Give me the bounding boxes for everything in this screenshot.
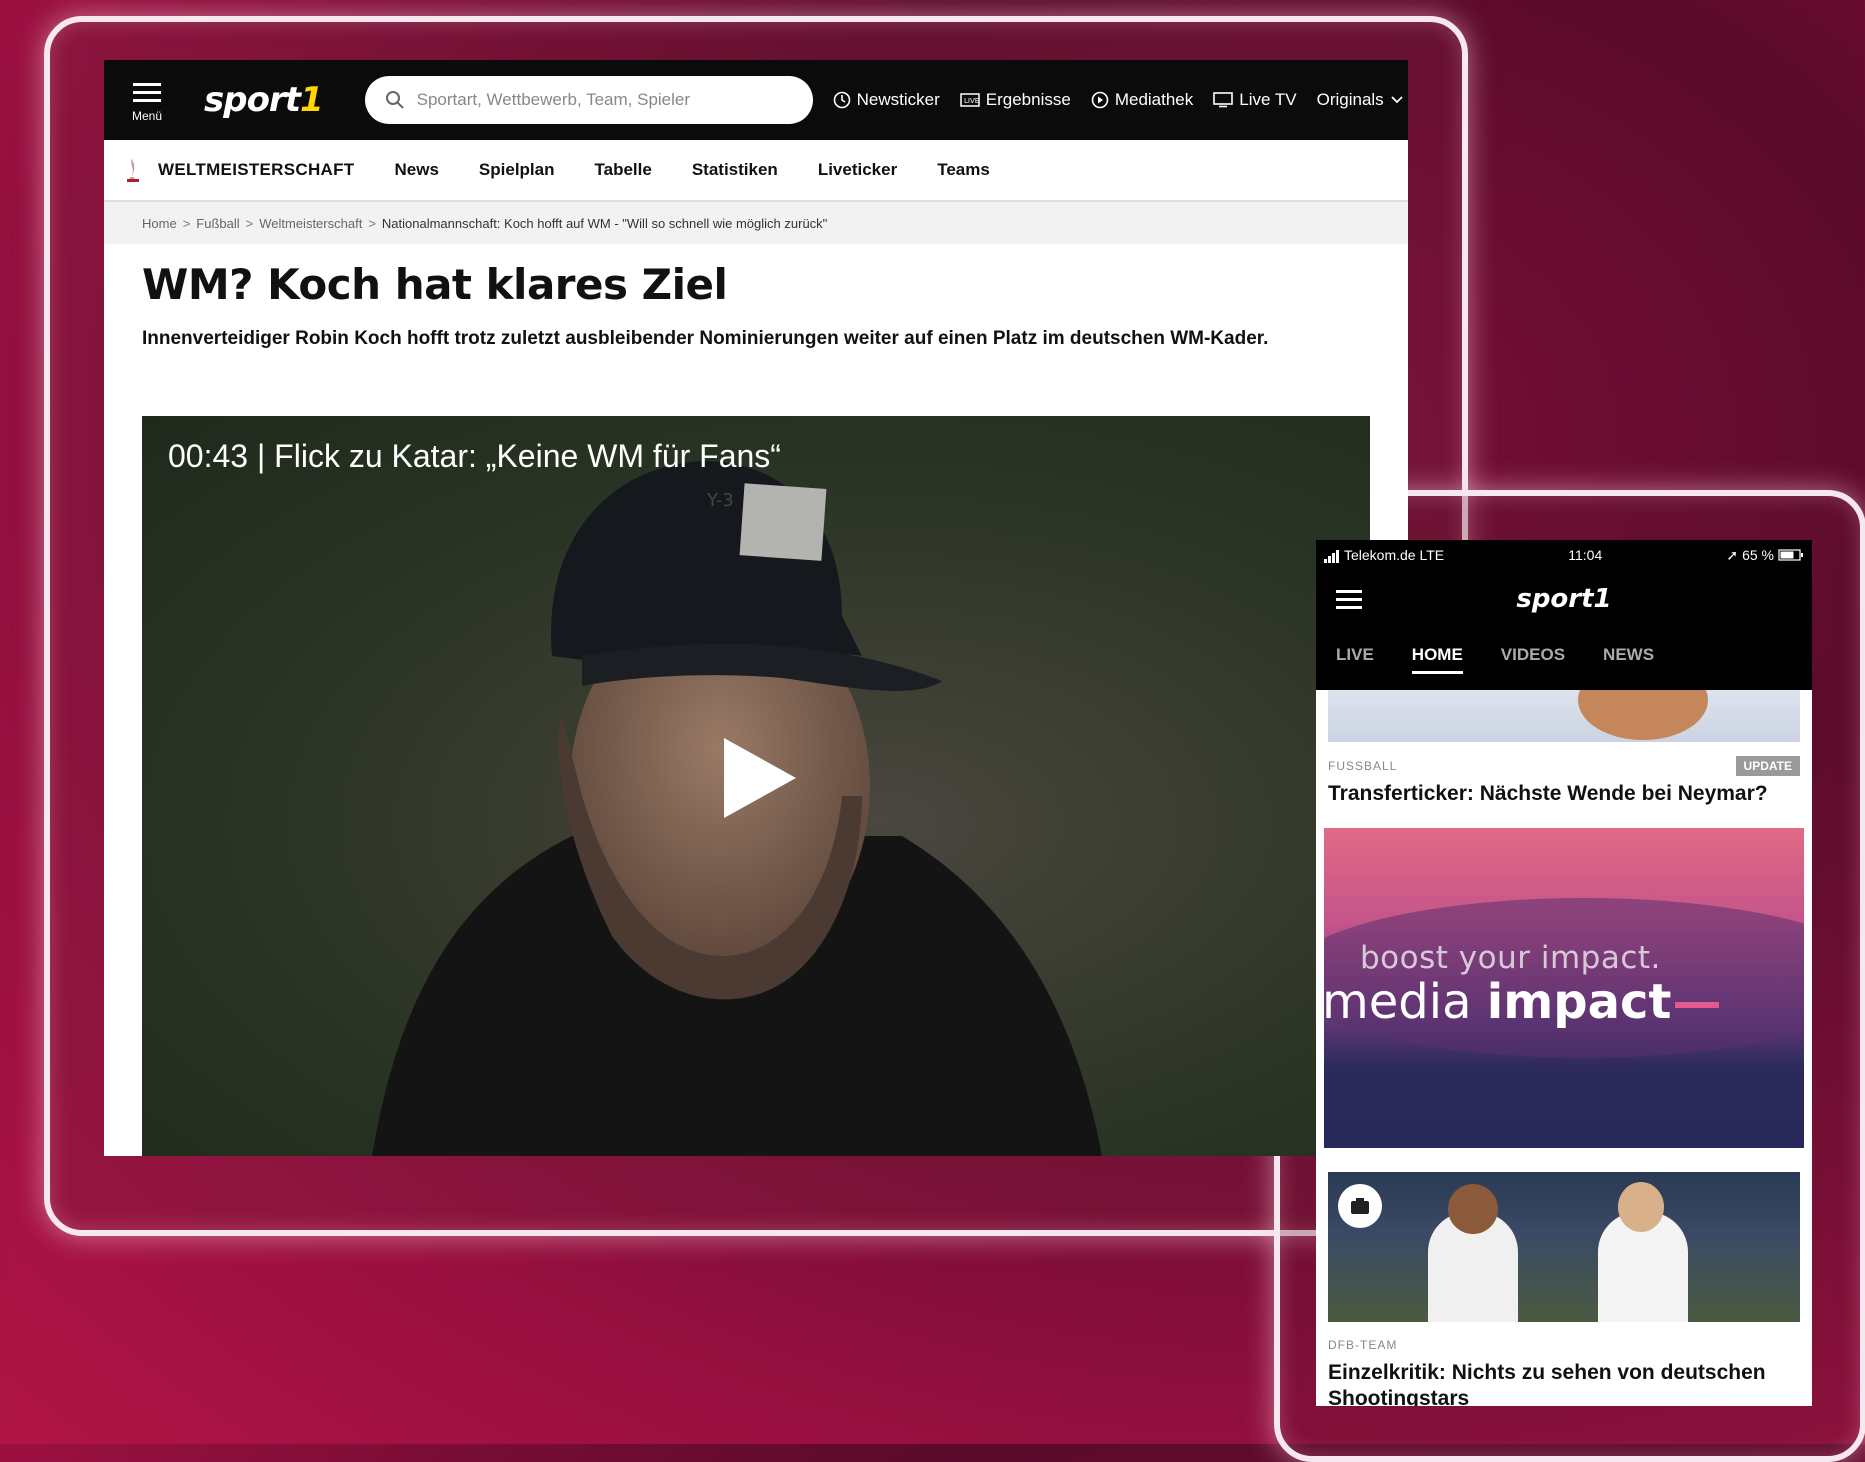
menu-button[interactable]: Menü — [112, 78, 182, 123]
battery-percent: 65 % — [1742, 547, 1774, 563]
article-teaser: Innenverteidiger Robin Koch hofft trotz … — [142, 328, 1269, 349]
gallery-icon — [1338, 1184, 1382, 1228]
nav-item-news[interactable]: News — [395, 160, 439, 180]
tab-videos[interactable]: VIDEOS — [1501, 645, 1565, 674]
battery-icon — [1778, 549, 1803, 561]
nav-item-tabelle[interactable]: Tabelle — [595, 160, 652, 180]
nav-item-spielplan[interactable]: Spielplan — [479, 160, 555, 180]
svg-text:LIVE: LIVE — [964, 97, 979, 105]
menu-label: Menü — [131, 108, 163, 123]
video-title: 00:43 | Flick zu Katar: „Keine WM für Fa… — [168, 438, 781, 474]
article-headline[interactable]: Transferticker: Nächste Wende bei Neymar… — [1328, 782, 1800, 806]
article-category: FUSSBALL — [1328, 759, 1398, 773]
breadcrumb: Home > Fußball > Weltmeisterschaft > Nation… — [104, 202, 1408, 244]
article-image[interactable] — [1328, 1172, 1800, 1322]
nav-item-liveticker[interactable]: Liveticker — [818, 160, 897, 180]
search-input[interactable] — [414, 89, 779, 111]
clock-icon — [833, 91, 850, 109]
cap-logo: Y-3 — [707, 490, 734, 511]
status-bar: Telekom.de LTE 11:04 ➚ 65 % — [1316, 540, 1812, 570]
live-tv-link[interactable]: Live TV — [1213, 90, 1297, 110]
nav-item-statistiken[interactable]: Statistiken — [692, 160, 778, 180]
play-circle-icon — [1091, 91, 1109, 109]
signal-icon — [1324, 547, 1340, 563]
breadcrumb-current: Nationalmannschaft: Koch hofft auf WM - … — [381, 215, 828, 231]
article-category: DFB-TEAM — [1328, 1338, 1398, 1352]
sport1-logo[interactable]: sport1 — [1316, 584, 1812, 614]
breadcrumb-fussball[interactable]: Fußball — [196, 216, 239, 231]
status-time: 11:04 — [1568, 547, 1603, 563]
ergebnisse-link[interactable]: LIVE Ergebnisse — [960, 90, 1071, 110]
article-image[interactable] — [1328, 690, 1800, 742]
mobile-header: sport1 — [1316, 570, 1812, 628]
play-icon[interactable] — [724, 738, 796, 818]
article-meta: FUSSBALL UPDATE — [1328, 756, 1800, 776]
breadcrumb-weltmeisterschaft[interactable]: Weltmeisterschaft — [259, 216, 362, 231]
top-links: Newsticker LIVE Ergebnisse Mediathek Liv… — [833, 90, 1404, 110]
carrier: Telekom.de LTE — [1344, 547, 1445, 563]
live-scores-icon: LIVE — [960, 93, 980, 107]
search-bar[interactable] — [364, 76, 813, 124]
search-icon — [385, 91, 404, 109]
article-headline: WM? Koch hat klares Ziel — [142, 260, 728, 309]
ad-brand: media impact — [1324, 974, 1720, 1030]
update-badge: UPDATE — [1735, 756, 1800, 776]
location-icon: ➚ — [1726, 546, 1739, 563]
desktop-page: Menü sport1 Newsticker LIVE Ergebnisse M… — [104, 60, 1408, 1156]
trophy-icon — [127, 159, 139, 182]
hamburger-icon — [133, 78, 161, 107]
tab-news[interactable]: NEWS — [1603, 645, 1654, 674]
ad-slogan: boost your impact. — [1360, 940, 1661, 976]
mobile-page: Telekom.de LTE 11:04 ➚ 65 % sport1 LIVE … — [1316, 540, 1812, 1406]
newsticker-link[interactable]: Newsticker — [833, 90, 940, 110]
tab-home[interactable]: HOME — [1411, 645, 1463, 674]
tv-icon — [1213, 92, 1234, 108]
media-impact-ad[interactable]: boost your impact. media impact — [1324, 828, 1804, 1148]
mobile-tabs: LIVE HOME VIDEOS NEWS — [1316, 628, 1812, 690]
article-headline[interactable]: Einzelkritik: Nichts zu sehen von deutsc… — [1328, 1360, 1800, 1406]
chevron-down-icon — [1391, 96, 1403, 104]
section-title[interactable]: WELTMEISTERSCHAFT — [158, 160, 355, 180]
section-nav: WELTMEISTERSCHAFT News Spielplan Tabelle… — [104, 140, 1408, 202]
originals-dropdown[interactable]: Originals — [1317, 90, 1404, 110]
site-header: Menü sport1 Newsticker LIVE Ergebnisse M… — [104, 60, 1408, 140]
sport1-logo[interactable]: sport1 — [204, 80, 324, 120]
nav-item-teams[interactable]: Teams — [937, 160, 990, 180]
mediathek-link[interactable]: Mediathek — [1091, 90, 1193, 110]
video-player[interactable]: Y-3 00:43 | Flick zu Katar: „Keine WM fü… — [142, 416, 1370, 1156]
breadcrumb-home[interactable]: Home — [142, 216, 177, 231]
tab-live[interactable]: LIVE — [1336, 645, 1374, 674]
